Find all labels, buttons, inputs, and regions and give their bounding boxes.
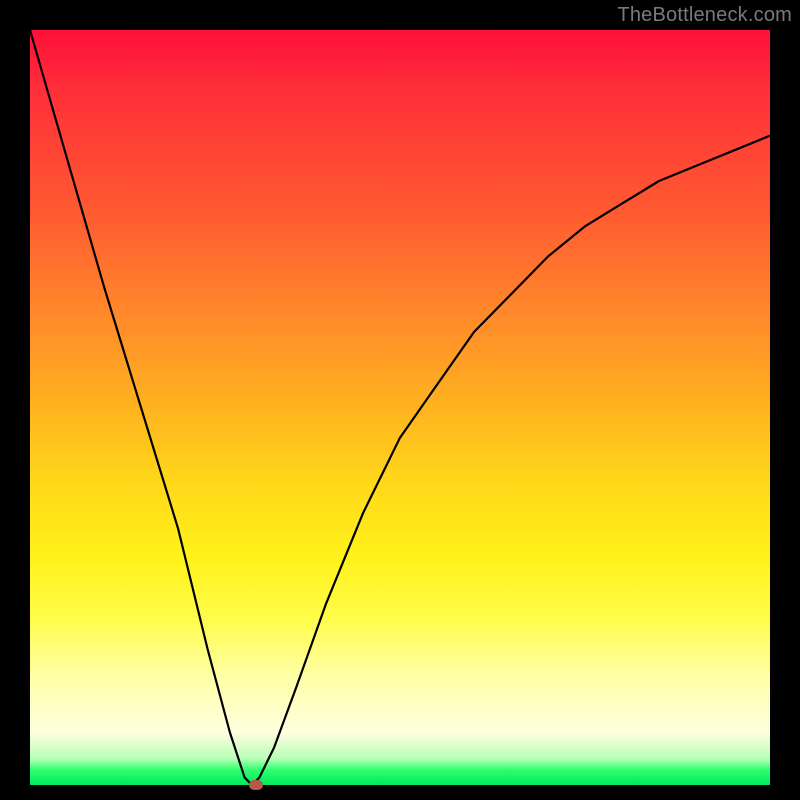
watermark-text: TheBottleneck.com xyxy=(617,4,792,27)
plot-area xyxy=(30,30,770,785)
chart-frame: TheBottleneck.com xyxy=(0,0,800,800)
bottleneck-curve xyxy=(30,30,770,785)
optimal-point-marker xyxy=(249,780,263,790)
